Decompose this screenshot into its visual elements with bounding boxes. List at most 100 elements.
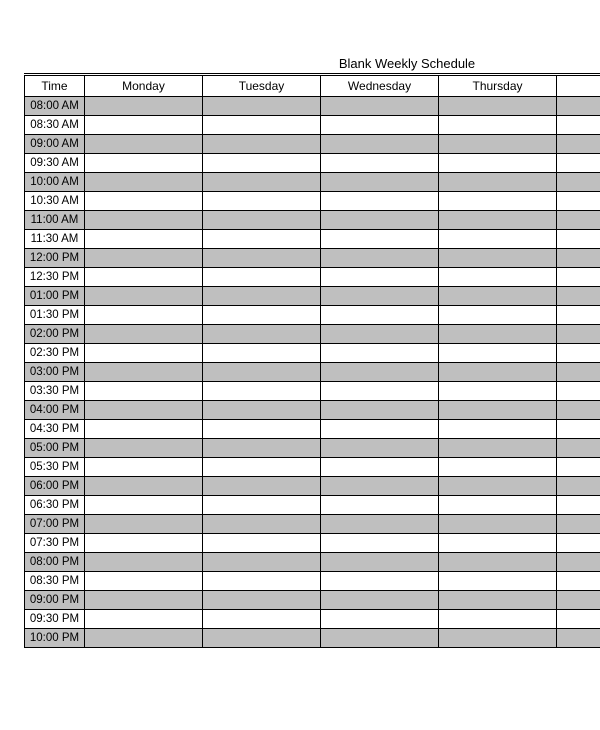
time-cell: 09:30 AM <box>25 154 85 173</box>
schedule-cell <box>321 401 439 420</box>
schedule-cell <box>85 629 203 648</box>
table-row: 02:00 PM <box>25 325 600 344</box>
schedule-cell <box>321 306 439 325</box>
schedule-cell <box>203 154 321 173</box>
schedule-cell <box>85 154 203 173</box>
schedule-cell <box>203 553 321 572</box>
schedule-cell <box>203 572 321 591</box>
time-cell: 06:00 PM <box>25 477 85 496</box>
schedule-cell <box>85 515 203 534</box>
schedule-cell <box>203 591 321 610</box>
schedule-cell-partial <box>557 629 600 648</box>
schedule-cell <box>439 192 557 211</box>
schedule-cell-partial <box>557 230 600 249</box>
table-row: 09:00 AM <box>25 135 600 154</box>
schedule-cell <box>439 230 557 249</box>
schedule-cell-partial <box>557 173 600 192</box>
schedule-cell <box>203 534 321 553</box>
schedule-cell-partial <box>557 496 600 515</box>
header-day-thursday: Thursday <box>439 75 557 97</box>
time-cell: 08:30 PM <box>25 572 85 591</box>
schedule-cell <box>203 610 321 629</box>
table-row: 04:00 PM <box>25 401 600 420</box>
schedule-cell-partial <box>557 591 600 610</box>
schedule-cell <box>85 211 203 230</box>
schedule-body: 08:00 AM08:30 AM09:00 AM09:30 AM10:00 AM… <box>25 97 600 648</box>
time-cell: 09:00 AM <box>25 135 85 154</box>
time-cell: 02:00 PM <box>25 325 85 344</box>
schedule-cell <box>203 401 321 420</box>
time-cell: 09:00 PM <box>25 591 85 610</box>
schedule-cell <box>439 458 557 477</box>
time-cell: 01:00 PM <box>25 287 85 306</box>
schedule-cell <box>85 116 203 135</box>
schedule-cell-partial <box>557 382 600 401</box>
table-row: 04:30 PM <box>25 420 600 439</box>
schedule-cell <box>85 553 203 572</box>
schedule-cell <box>439 477 557 496</box>
schedule-cell <box>203 249 321 268</box>
schedule-cell <box>85 287 203 306</box>
schedule-cell-partial <box>557 534 600 553</box>
schedule-cell <box>439 363 557 382</box>
schedule-cell <box>321 534 439 553</box>
schedule-cell <box>321 515 439 534</box>
time-cell: 08:30 AM <box>25 116 85 135</box>
schedule-cell <box>321 287 439 306</box>
time-cell: 07:30 PM <box>25 534 85 553</box>
schedule-cell <box>439 344 557 363</box>
schedule-cell <box>85 306 203 325</box>
header-day-tuesday: Tuesday <box>203 75 321 97</box>
schedule-cell <box>85 363 203 382</box>
schedule-cell <box>321 325 439 344</box>
schedule-cell <box>439 629 557 648</box>
table-row: 10:00 AM <box>25 173 600 192</box>
table-row: 10:00 PM <box>25 629 600 648</box>
schedule-cell <box>85 249 203 268</box>
time-cell: 01:30 PM <box>25 306 85 325</box>
schedule-cell <box>321 477 439 496</box>
schedule-cell-partial <box>557 344 600 363</box>
table-row: 05:30 PM <box>25 458 600 477</box>
schedule-cell <box>321 192 439 211</box>
schedule-cell <box>321 97 439 116</box>
schedule-cell <box>321 496 439 515</box>
schedule-cell <box>85 591 203 610</box>
schedule-cell <box>321 591 439 610</box>
header-day-monday: Monday <box>85 75 203 97</box>
header-day-partial <box>557 75 600 97</box>
time-cell: 12:30 PM <box>25 268 85 287</box>
schedule-cell <box>321 439 439 458</box>
schedule-cell-partial <box>557 610 600 629</box>
time-cell: 08:00 PM <box>25 553 85 572</box>
schedule-cell <box>203 325 321 344</box>
schedule-cell <box>85 401 203 420</box>
schedule-cell <box>203 420 321 439</box>
schedule-cell <box>321 363 439 382</box>
schedule-cell <box>439 116 557 135</box>
time-cell: 10:00 PM <box>25 629 85 648</box>
table-row: 09:30 PM <box>25 610 600 629</box>
schedule-cell <box>85 173 203 192</box>
schedule-cell-partial <box>557 249 600 268</box>
schedule-cell-partial <box>557 477 600 496</box>
table-row: 11:30 AM <box>25 230 600 249</box>
schedule-cell <box>85 496 203 515</box>
time-cell: 04:00 PM <box>25 401 85 420</box>
schedule-cell-partial <box>557 268 600 287</box>
schedule-cell <box>439 135 557 154</box>
schedule-cell <box>439 439 557 458</box>
schedule-cell <box>203 515 321 534</box>
time-cell: 03:30 PM <box>25 382 85 401</box>
schedule-cell-partial <box>557 439 600 458</box>
table-row: 01:30 PM <box>25 306 600 325</box>
schedule-cell-partial <box>557 154 600 173</box>
schedule-cell <box>85 458 203 477</box>
schedule-cell <box>439 97 557 116</box>
schedule-cell <box>439 154 557 173</box>
schedule-cell <box>321 116 439 135</box>
schedule-cell-partial <box>557 192 600 211</box>
schedule-cell <box>321 610 439 629</box>
schedule-cell <box>439 572 557 591</box>
page-title: Blank Weekly Schedule <box>24 56 600 71</box>
